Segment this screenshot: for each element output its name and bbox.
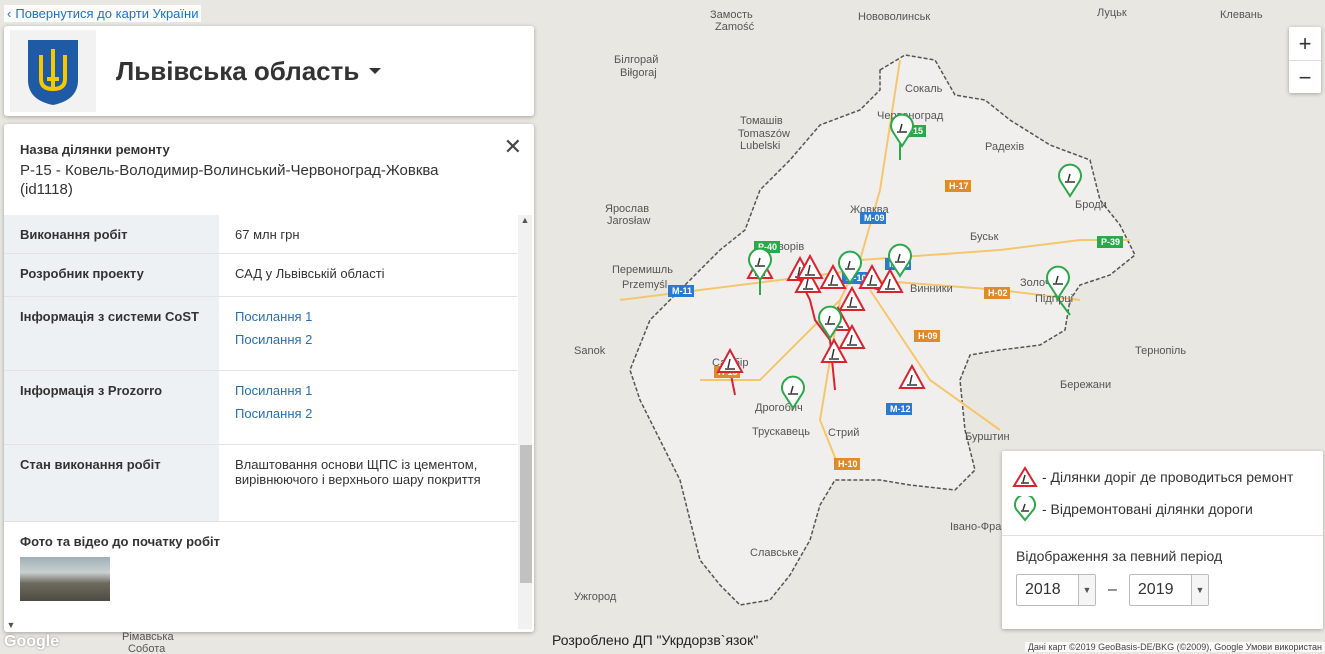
row-key: Інформація з Prozorro [4, 371, 219, 444]
chevron-down-icon: ▼ [1190, 575, 1208, 605]
zoom-in-button[interactable]: + [1289, 27, 1321, 60]
svg-text:Н-10: Н-10 [838, 459, 858, 469]
svg-text:Луцьк: Луцьк [1097, 7, 1127, 19]
svg-text:Р-39: Р-39 [1101, 237, 1120, 247]
row-value: 67 млн грн [235, 227, 300, 242]
svg-text:Н-17: Н-17 [949, 181, 969, 191]
developer-credit: Розроблено ДП "Укрдорзв`язок" [552, 632, 759, 648]
svg-text:Ужгород: Ужгород [574, 591, 617, 603]
svg-text:Zamość: Zamość [715, 21, 755, 33]
table-row: Розробник проекту САД у Львівській облас… [4, 254, 517, 297]
scroll-thumb[interactable] [520, 445, 532, 583]
table-row: Інформація з Prozorro Посилання 1 Посила… [4, 371, 517, 445]
svg-text:Jarosław: Jarosław [607, 215, 650, 227]
svg-text:Буськ: Буськ [970, 231, 999, 243]
photo-section: Фото та відео до початку робіт [4, 522, 517, 613]
row-key: Розробник проекту [4, 254, 219, 296]
close-icon[interactable]: ✕ [504, 134, 522, 160]
svg-text:Тернопіль: Тернопіль [1135, 345, 1186, 357]
table-row: Виконання робіт 67 млн грн [4, 215, 517, 254]
legend-repair: - Ділянки доріг де проводиться ремонт [1002, 461, 1323, 493]
region-header: Львівська область [4, 26, 534, 116]
caret-down-icon [369, 68, 382, 74]
svg-text:М-11: М-11 [672, 286, 692, 296]
region-selector[interactable]: Львівська область [116, 56, 382, 87]
svg-text:Tomaszów: Tomaszów [738, 128, 790, 140]
legend-panel: - Ділянки доріг де проводиться ремонт - … [1002, 451, 1323, 629]
svg-text:Перемишль: Перемишль [612, 264, 673, 276]
google-logo: Google [4, 633, 60, 650]
svg-text:Трускавець: Трускавець [752, 426, 810, 438]
zoom-out-button[interactable]: − [1289, 61, 1321, 94]
map-attribution[interactable]: Дані карт ©2019 GeoBasis-DE/BKG (©2009),… [1024, 642, 1325, 652]
chevron-down-icon: ▼ [1078, 575, 1095, 605]
coat-of-arms-icon [10, 30, 96, 112]
svg-text:Собота: Собота [128, 643, 166, 654]
svg-text:Бережани: Бережани [1060, 379, 1111, 391]
svg-text:Білгорай: Білгорай [614, 54, 658, 66]
svg-text:Томашів: Томашів [740, 115, 783, 127]
svg-text:Бурштин: Бурштин [965, 431, 1010, 443]
svg-text:Замость: Замость [710, 9, 753, 21]
section-name-label: Назва ділянки ремонту [20, 142, 170, 157]
svg-text:Н-09: Н-09 [918, 331, 938, 341]
chevron-left-icon: ‹ [7, 6, 12, 21]
table-row: Інформація з системи CoST Посилання 1 По… [4, 297, 517, 371]
road-section-info-panel: Назва ділянки ремонту Р-15 - Ковель-Воло… [4, 124, 534, 632]
year-from-select[interactable]: 2018 ▼ [1016, 574, 1096, 606]
svg-text:Рімавська: Рімавська [122, 631, 174, 643]
photo-label: Фото та відео до початку робіт [20, 534, 220, 549]
row-key: Інформація з системи CoST [4, 297, 219, 370]
svg-text:Сокаль: Сокаль [905, 83, 943, 95]
row-value: Влаштовання основи ЩПС із цементом, вирі… [235, 457, 481, 487]
svg-text:Підгірці: Підгірці [1035, 293, 1073, 305]
svg-text:Славське: Славське [750, 547, 799, 559]
scroll-up-icon[interactable]: ▲ [518, 215, 532, 225]
road-photo-thumbnail[interactable] [20, 557, 110, 601]
svg-text:Броди: Броди [1075, 199, 1107, 211]
table-row: Стан виконання робіт Влаштовання основи … [4, 445, 517, 522]
prozorro-link-2[interactable]: Посилання 2 [235, 406, 501, 421]
svg-text:Przemyśl: Przemyśl [622, 279, 667, 291]
svg-text:Lubelski: Lubelski [740, 140, 780, 152]
section-name-block: Назва ділянки ремонту Р-15 - Ковель-Воло… [4, 124, 534, 207]
row-value: Посилання 1 Посилання 2 [219, 371, 517, 444]
period-label: Відображення за певний період [1016, 548, 1223, 564]
row-key: Виконання робіт [4, 215, 219, 253]
row-value: САД у Львівській області [235, 266, 385, 281]
scroll-down-icon[interactable]: ▼ [4, 620, 18, 630]
svg-text:Стрий: Стрий [828, 427, 859, 439]
year-to-select[interactable]: 2019 ▼ [1128, 574, 1209, 606]
repair-warning-icon [1012, 466, 1038, 487]
cost-link-2[interactable]: Посилання 2 [235, 332, 501, 347]
svg-text:М-09: М-09 [864, 213, 885, 223]
svg-text:М-12: М-12 [890, 404, 911, 414]
legend-done: - Відремонтовані ділянки дороги [1002, 493, 1323, 525]
panel-scrollbar[interactable]: ▲ [518, 215, 532, 629]
completed-pin-icon [1014, 496, 1036, 522]
svg-text:Sanok: Sanok [574, 345, 606, 357]
back-to-ukraine-map-link[interactable]: ‹ Повернутися до карти України [4, 5, 202, 22]
prozorro-link-1[interactable]: Посилання 1 [235, 383, 501, 398]
svg-text:Нововолинськ: Нововолинськ [858, 11, 930, 23]
svg-text:Клевань: Клевань [1220, 9, 1263, 21]
section-name-value: Р-15 - Ковель-Володимир-Волинський-Черво… [20, 162, 439, 198]
svg-text:Н-02: Н-02 [988, 288, 1008, 298]
zoom-control: + − [1289, 27, 1321, 93]
svg-text:Biłgoraj: Biłgoraj [620, 67, 657, 79]
svg-text:Радехів: Радехів [985, 141, 1024, 153]
svg-text:Винники: Винники [910, 283, 953, 295]
period-filter: Відображення за певний період 2018 ▼ – 2… [1002, 535, 1323, 618]
cost-link-1[interactable]: Посилання 1 [235, 309, 501, 324]
row-value: Посилання 1 Посилання 2 [219, 297, 517, 370]
row-key: Стан виконання робіт [4, 445, 219, 521]
svg-text:Ярослав: Ярослав [605, 203, 649, 215]
info-table: Виконання робіт 67 млн грн Розробник про… [4, 215, 517, 613]
